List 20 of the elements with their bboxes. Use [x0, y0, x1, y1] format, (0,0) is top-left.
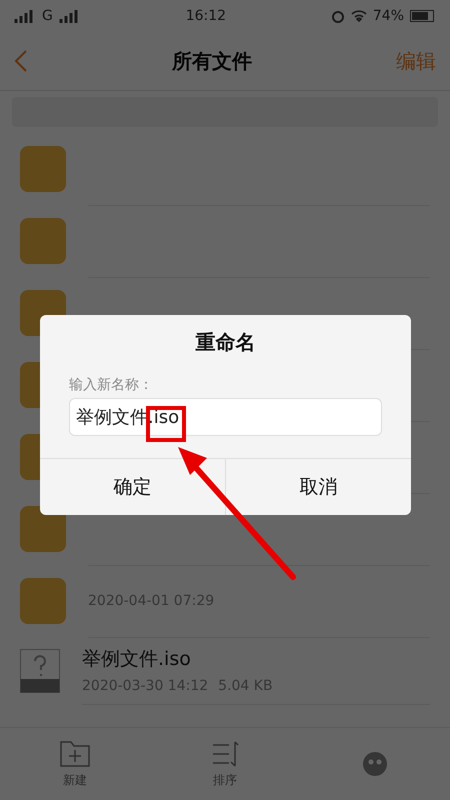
- battery-percent: 74%: [372, 8, 404, 24]
- file-name: 举例文件.iso: [82, 647, 192, 672]
- name-field[interactable]: 举例文件.iso: [69, 398, 382, 436]
- dialog-button[interactable]: 取消: [225, 459, 411, 515]
- unknown-file-icon: [20, 648, 60, 692]
- battery-icon: [410, 10, 436, 22]
- highlight-box: [146, 406, 186, 442]
- folder-icon: [20, 146, 66, 192]
- field-label: 输入新名称：: [69, 376, 154, 394]
- dialog-button[interactable]: 确定: [40, 459, 225, 515]
- folder-icon: [20, 218, 66, 264]
- clock-time: 16:12: [186, 8, 226, 24]
- new-folder-icon: [59, 740, 91, 768]
- wifi-icon: [350, 10, 367, 22]
- alarm-icon: [330, 9, 345, 23]
- dialog-title: 重命名: [194, 329, 256, 356]
- back-icon[interactable]: [14, 49, 28, 73]
- folder-icon: [20, 578, 66, 624]
- page-title: 所有文件: [172, 48, 252, 74]
- network-type: G: [42, 8, 53, 24]
